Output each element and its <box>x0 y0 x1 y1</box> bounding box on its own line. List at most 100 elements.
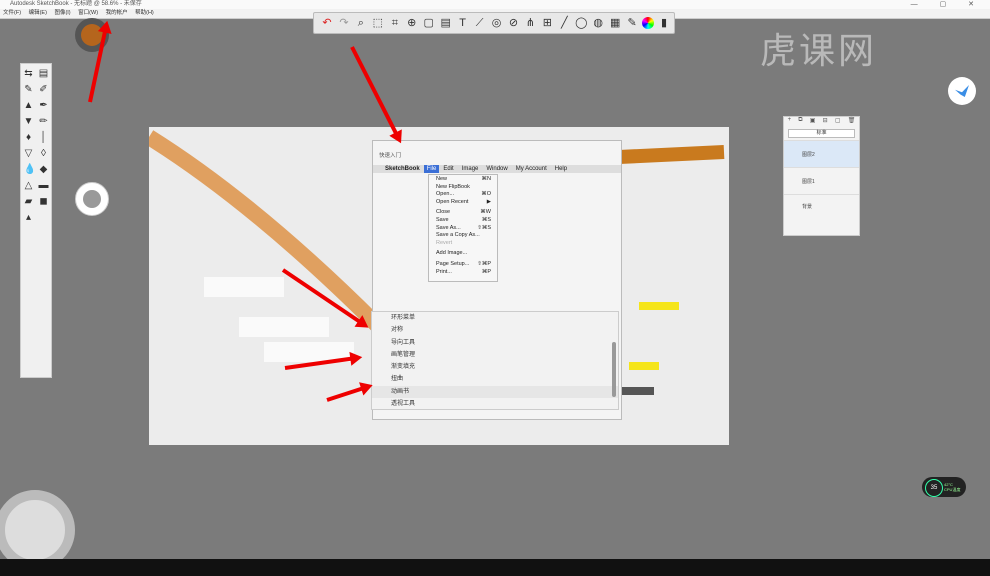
eraser-icon[interactable]: ▬ <box>39 180 49 192</box>
menu-file[interactable]: 文件(F) <box>3 10 21 16</box>
file-menu-item[interactable]: Save As... ⇧⌘S <box>429 225 497 233</box>
scrollbar[interactable] <box>612 342 616 397</box>
file-menu-item[interactable]: Open... ⌘O <box>429 191 497 199</box>
merge-layer-icon[interactable]: ⊟ <box>823 117 828 127</box>
menu-edit[interactable]: 编辑(E) <box>29 10 47 16</box>
smudge-icon[interactable]: ▽ <box>24 148 34 160</box>
dropdown-item[interactable]: 画笔管理 <box>372 349 618 361</box>
library-icon[interactable]: ▤ <box>39 68 49 80</box>
layer-row[interactable]: 图层1 <box>784 167 859 194</box>
duplicate-layer-icon[interactable]: ⧉ <box>798 117 802 127</box>
file-menu-item[interactable]: Close ⌘W <box>429 209 497 217</box>
file-menu-item[interactable]: Print... ⌘P <box>429 269 497 277</box>
marker-brush-icon[interactable]: ✐ <box>39 84 49 96</box>
mac-menu-file[interactable]: File <box>423 165 440 173</box>
window-controls[interactable]: — ▢ ✕ <box>911 0 984 9</box>
yellow-stroke <box>629 362 659 370</box>
select-icon[interactable]: ⬚ <box>371 16 385 30</box>
brush-palette-icon[interactable]: ✎ <box>625 16 639 30</box>
symmetry-icon[interactable]: ⋔ <box>523 16 537 30</box>
watermark-logo: 虎课网 <box>760 30 878 71</box>
fill-icon[interactable]: ◍ <box>591 16 605 30</box>
text-icon[interactable]: T <box>456 16 470 30</box>
dropdown-item[interactable]: 环形菜单 <box>372 312 618 324</box>
mac-menu-bar: SketchBook File Edit Image Window My Acc… <box>373 165 621 173</box>
blender-icon[interactable]: ◆ <box>39 164 49 176</box>
perspective-icon[interactable]: ⊞ <box>540 16 554 30</box>
background-layer-row[interactable]: 背景 <box>784 194 859 217</box>
file-menu-item[interactable]: New ⌘N <box>429 176 497 184</box>
menu-account[interactable]: 我的帐户 <box>106 10 128 16</box>
pencil-brush-icon[interactable]: ✎ <box>24 84 34 96</box>
pen-brush-icon[interactable]: ✒ <box>39 100 49 112</box>
dropdown-item[interactable]: 渐变填充 <box>372 361 618 373</box>
crop-icon[interactable]: ⌗ <box>388 16 402 30</box>
transform-icon[interactable]: ⊕ <box>405 16 419 30</box>
layer-name: 图层2 <box>802 152 815 158</box>
fineliner-icon[interactable]: │ <box>39 132 49 144</box>
orange-stroke <box>149 130 385 333</box>
color-puck[interactable] <box>75 182 109 216</box>
orange-stroke-top <box>618 145 725 164</box>
file-menu-item[interactable]: Add Image... <box>429 250 497 258</box>
airbrush-icon[interactable]: ▲ <box>24 100 34 112</box>
file-menu-item[interactable]: Save a Copy As... <box>429 232 497 240</box>
file-menu: New ⌘N New FlipBook Open... ⌘O Open Recent… <box>428 174 498 282</box>
chisel-brush-icon[interactable]: ▼ <box>24 116 34 128</box>
color-wheel-icon[interactable] <box>642 17 655 29</box>
dropdown-item[interactable]: 导向工具 <box>372 337 618 349</box>
dropdown-item[interactable]: 透视工具 <box>372 398 618 410</box>
mac-menu-account[interactable]: My Account <box>516 165 547 173</box>
mac-menu-window[interactable]: Window <box>486 165 507 173</box>
mac-menu-app[interactable]: SketchBook <box>385 165 420 173</box>
soft-eraser-icon[interactable]: ▴ <box>24 212 34 224</box>
image-icon[interactable]: ▤ <box>439 16 453 30</box>
triangle-brush-icon[interactable]: △ <box>24 180 34 192</box>
ellipse-guide-icon[interactable]: ◎ <box>490 16 504 30</box>
window-title: Autodesk SketchBook - 无标题 @ 58.6% - 未保存 <box>10 1 142 7</box>
blend-mode-select[interactable]: 标准 <box>788 129 855 138</box>
white-stroke <box>239 317 329 337</box>
mac-menu-help[interactable]: Help <box>555 165 567 173</box>
brush-library-panel: ⇆ ▤ ✎ ✐ ▲ ✒ ▼ ✏ ♦ │ ▽ ◊ 💧 ◆ △ ▬ ▰ ◼ ▴ <box>20 63 52 378</box>
mac-menu-edit[interactable]: Edit <box>443 165 453 173</box>
menu-window[interactable]: 窗口(W) <box>78 10 98 16</box>
paintbrush-icon[interactable]: ♦ <box>24 132 34 144</box>
file-menu-item[interactable]: Page Setup... ⇧⌘P <box>429 261 497 269</box>
shape-icon[interactable]: ◯ <box>574 16 588 30</box>
title-bar: Autodesk SketchBook - 无标题 @ 58.6% - 未保存 … <box>0 0 990 9</box>
dropdown-item[interactable]: 对称 <box>372 324 618 336</box>
dropdown-item[interactable]: 动画书 <box>372 385 618 399</box>
yellow-stroke <box>639 302 679 310</box>
dropdown-item[interactable]: 扭曲 <box>372 373 618 385</box>
mac-menu-image[interactable]: Image <box>462 165 479 173</box>
texture-brush-icon[interactable]: ▰ <box>24 196 34 208</box>
clear-layer-icon[interactable]: ▢ <box>835 117 841 127</box>
file-menu-item: Revert <box>436 239 453 246</box>
trash-icon[interactable]: 🗑 <box>848 117 856 127</box>
white-stroke <box>204 277 284 297</box>
file-menu-item[interactable]: Open Recent ▶ <box>429 199 497 207</box>
redo-icon[interactable]: ↷ <box>337 16 351 30</box>
add-image-layer-icon[interactable]: ▣ <box>810 117 816 127</box>
french-curve-icon[interactable]: ⊘ <box>506 16 520 30</box>
blur-icon[interactable]: ◊ <box>39 148 49 160</box>
undo-icon[interactable]: ↶ <box>320 16 334 30</box>
swap-icon[interactable]: ⇆ <box>24 68 34 80</box>
zoom-icon[interactable]: ⌕ <box>354 16 368 30</box>
rectangle-icon[interactable]: ▢ <box>422 16 436 30</box>
ruler-icon[interactable]: ⟋ <box>473 16 487 30</box>
layers-icon[interactable]: ▦ <box>608 16 622 30</box>
water-drop-icon[interactable]: 💧 <box>24 164 36 176</box>
add-layer-icon[interactable]: + <box>788 117 792 127</box>
layer-row[interactable]: 图层2 <box>784 140 859 167</box>
main-toolbar: ↶ ↷ ⌕ ⬚ ⌗ ⊕ ▢ ▤ T ⟋ ◎ ⊘ ⋔ ⊞ ╱ ◯ ◍ ▦ ✎ ▮ <box>313 12 675 34</box>
file-menu-item[interactable]: Save ⌘S <box>429 217 497 225</box>
ink-brush-icon[interactable]: ✏ <box>39 116 49 128</box>
hard-eraser-icon[interactable]: ◼ <box>39 196 49 208</box>
menu-image[interactable]: 图像(I) <box>54 10 70 16</box>
menu-help[interactable]: 帮助(H) <box>135 10 154 16</box>
copic-icon[interactable]: ▮ <box>657 16 671 30</box>
bird-icon <box>948 77 976 105</box>
line-icon[interactable]: ╱ <box>557 16 571 30</box>
